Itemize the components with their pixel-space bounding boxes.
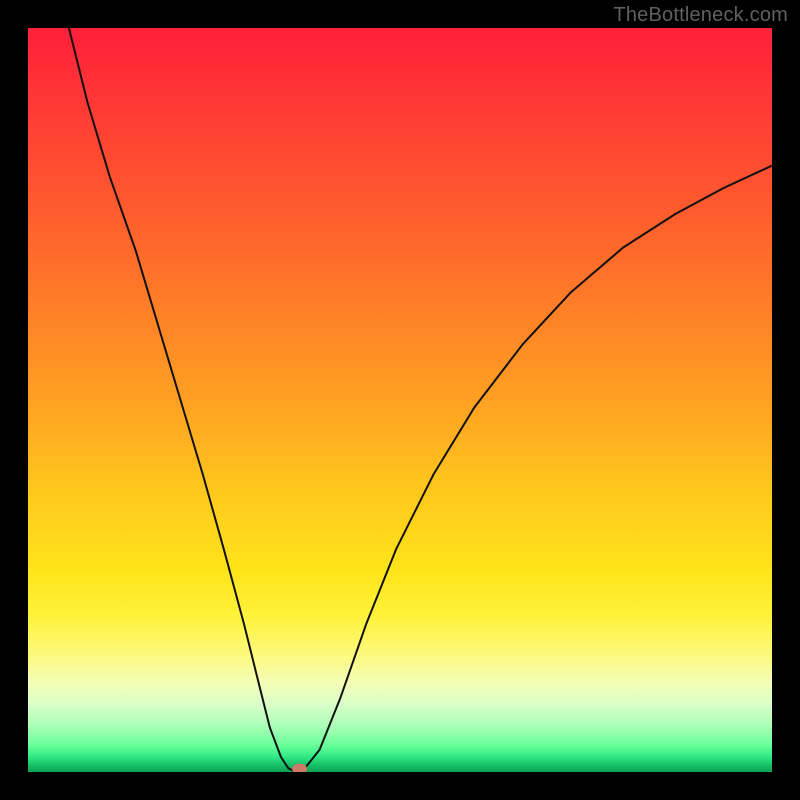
watermark-text: TheBottleneck.com — [613, 4, 788, 27]
chart-frame: TheBottleneck.com — [0, 0, 800, 800]
curve-layer — [28, 28, 772, 772]
plot-area — [28, 28, 772, 772]
bottleneck-curve — [69, 28, 772, 772]
minimum-marker — [293, 764, 307, 772]
